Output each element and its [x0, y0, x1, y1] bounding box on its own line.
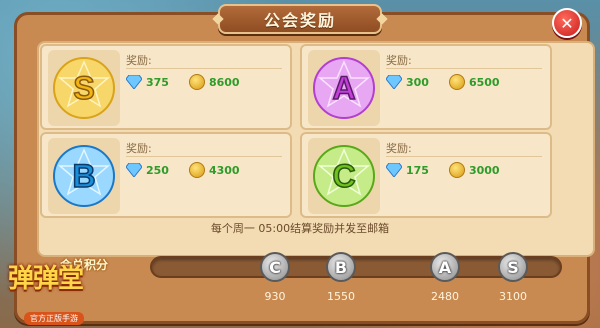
reward-card-s: S 奖励: 375 8600: [40, 44, 292, 130]
gem-amount: 300: [406, 75, 429, 89]
reward-card-a: A 奖励: 300 6500: [300, 44, 552, 130]
gem-icon: [386, 75, 402, 89]
divider: [126, 68, 282, 69]
milestone-s[interactable]: S: [498, 252, 528, 282]
reward-label: 奖励:: [386, 142, 412, 155]
milestone-value: 2480: [431, 290, 459, 303]
milestone-grade: S: [507, 257, 519, 277]
gold-coin-icon: [448, 74, 465, 90]
grade-b-letter: B: [72, 158, 95, 194]
divider: [386, 156, 542, 157]
logo-name: 弹弹堂: [8, 264, 84, 294]
grade-c-icon: C: [313, 145, 375, 207]
close-icon: ✕: [560, 13, 574, 33]
milestone-value: 1550: [327, 290, 355, 303]
grade-a-icon: A: [313, 57, 375, 119]
grade-a-letter: A: [332, 70, 355, 106]
milestone-grade: A: [438, 257, 452, 277]
gold-coin-icon: [448, 162, 465, 178]
milestone-value: 930: [264, 290, 286, 303]
grade-badge-b: B: [48, 138, 120, 214]
settlement-note: 每个周一 05:00结算奖励并发至邮箱: [210, 222, 390, 235]
grade-s-letter: S: [73, 70, 94, 106]
grade-s-icon: S: [53, 57, 115, 119]
milestone-a[interactable]: A: [430, 252, 460, 282]
reward-row: 300 6500: [386, 74, 520, 90]
reward-row: 250 4300: [126, 162, 260, 178]
title-plate: 公会奖励: [218, 4, 382, 34]
gold-coin-icon: [188, 74, 205, 90]
gold-coin-icon: [188, 162, 205, 178]
milestone-c[interactable]: C: [260, 252, 290, 282]
reward-row: 175 3000: [386, 162, 520, 178]
grade-b-icon: B: [53, 145, 115, 207]
gem-icon: [126, 75, 142, 89]
grade-badge-s: S: [48, 50, 120, 126]
grade-c-letter: C: [332, 158, 355, 194]
reward-card-b: B 奖励: 250 4300: [40, 132, 292, 218]
dialog-title: 公会奖励: [263, 11, 336, 30]
milestone-grade: C: [269, 257, 281, 277]
gold-amount: 6500: [468, 75, 500, 89]
grade-badge-c: C: [308, 138, 380, 214]
gem-amount: 250: [146, 163, 169, 177]
milestone-value: 3100: [499, 290, 527, 303]
milestone-grade: B: [334, 257, 348, 277]
gem-icon: [126, 163, 142, 177]
reward-label: 奖励:: [386, 54, 412, 67]
milestone-b[interactable]: B: [326, 252, 356, 282]
divider: [386, 68, 542, 69]
reward-label: 奖励:: [126, 54, 152, 67]
logo-subtitle: 官方正版手游: [24, 312, 84, 325]
gem-icon: [386, 163, 402, 177]
gold-amount: 8600: [208, 75, 240, 89]
reward-label: 奖励:: [126, 142, 152, 155]
divider: [126, 156, 282, 157]
close-button[interactable]: ✕: [552, 8, 582, 38]
gem-amount: 175: [406, 163, 429, 177]
gold-amount: 3000: [468, 163, 500, 177]
gem-amount: 375: [146, 75, 169, 89]
game-logo: 弹弹堂 官方正版手游: [2, 250, 138, 328]
grade-badge-a: A: [308, 50, 380, 126]
gold-amount: 4300: [208, 163, 240, 177]
reward-row: 375 8600: [126, 74, 260, 90]
reward-card-c: C 奖励: 175 3000: [300, 132, 552, 218]
